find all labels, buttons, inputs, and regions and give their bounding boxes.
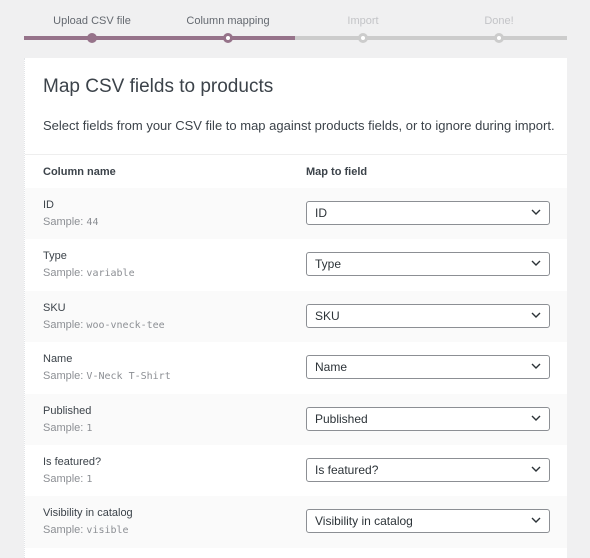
step-label: Done!: [484, 15, 514, 27]
column-name: Is featured?: [43, 455, 102, 468]
page-title: Map CSV fields to products: [43, 76, 274, 97]
table-row: Published Sample: 1 Published: [25, 393, 567, 445]
column-sample: Sample: V-Neck T-Shirt: [43, 370, 171, 382]
chevron-down-icon: [531, 415, 541, 421]
column-sample: Sample: variable: [43, 267, 135, 279]
sample-label: Sample:: [43, 524, 84, 537]
sample-label: Sample:: [43, 370, 84, 383]
step-dot-icon: [223, 33, 233, 43]
table-row: SKU Sample: woo-vneck-tee SKU: [25, 290, 567, 343]
column-name: Name: [43, 353, 73, 366]
column-sample: Sample: 44: [43, 216, 98, 228]
select-value: Type: [315, 257, 342, 272]
column-sample: Sample: woo-vneck-tee: [43, 319, 165, 331]
map-field-select[interactable]: SKU: [306, 303, 550, 328]
column-name: ID: [43, 199, 54, 211]
sample-value: woo-vneck-tee: [86, 319, 165, 331]
select-value: ID: [315, 206, 327, 220]
map-field-select[interactable]: Type: [306, 252, 550, 277]
table-row: Type Sample: variable Type: [25, 239, 567, 290]
column-sample: Sample: 1: [43, 422, 92, 434]
chevron-down-icon: [531, 209, 541, 215]
step-done: Done!: [431, 0, 567, 58]
step-upload-csv: Upload CSV file: [24, 0, 160, 58]
divider: [25, 154, 567, 155]
chevron-down-icon: [531, 466, 541, 472]
select-value: Visibility in catalog: [315, 514, 413, 529]
step-dot-icon: [494, 33, 504, 43]
sample-value: 1: [86, 422, 93, 434]
select-value: Published: [315, 411, 368, 426]
map-field-select[interactable]: Visibility in catalog: [306, 509, 550, 534]
column-name: Type: [43, 250, 67, 263]
column-name: Published: [43, 404, 92, 417]
table-row: Is featured? Sample: 1 Is featured?: [25, 445, 567, 496]
table-row: Visibility in catalog Sample: visible Vi…: [25, 496, 567, 548]
table-row: Name Sample: V-Neck T-Shirt Name: [25, 342, 567, 393]
mapping-card: Map CSV fields to products Select fields…: [24, 58, 567, 558]
select-value: Name: [315, 360, 348, 375]
step-label: Upload CSV file: [53, 15, 131, 27]
map-field-select[interactable]: ID: [306, 201, 550, 225]
chevron-down-icon: [531, 260, 541, 267]
sample-value: 44: [86, 217, 99, 228]
chevron-down-icon: [531, 312, 541, 318]
sample-label: Sample:: [43, 472, 84, 485]
progress-steps: Upload CSV file Column mapping Import Do…: [24, 0, 567, 58]
sample-label: Sample:: [43, 216, 84, 228]
sample-value: visible: [86, 525, 129, 537]
column-name: SKU: [43, 301, 66, 314]
column-name: Visibility in catalog: [43, 507, 133, 520]
step-column-mapping: Column mapping: [160, 0, 296, 58]
column-name-header: Column name: [43, 166, 116, 178]
column-sample: Sample: 1: [43, 473, 92, 485]
step-dot-icon: [358, 33, 368, 43]
sample-label: Sample:: [43, 421, 84, 434]
select-value: Is featured?: [315, 462, 379, 477]
sample-value: V-Neck T-Shirt: [86, 371, 171, 383]
sample-label: Sample:: [43, 318, 84, 331]
page-description: Select fields from your CSV file to map …: [43, 118, 555, 133]
chevron-down-icon: [531, 517, 541, 524]
column-sample: Sample: visible: [43, 524, 129, 536]
step-dot-icon: [87, 33, 97, 43]
map-field-select[interactable]: Is featured?: [306, 457, 550, 482]
sample-value: variable: [86, 268, 135, 280]
step-label: Import: [347, 15, 379, 27]
mapping-table: ID Sample: 44 ID Type Sample: variable T…: [25, 188, 567, 548]
step-label: Column mapping: [186, 15, 270, 27]
select-value: SKU: [315, 308, 340, 323]
map-field-select[interactable]: Published: [306, 406, 550, 431]
sample-label: Sample:: [43, 267, 84, 280]
sample-value: 1: [86, 473, 93, 485]
map-to-field-header: Map to field: [306, 166, 368, 178]
map-field-select[interactable]: Name: [306, 355, 550, 380]
chevron-down-icon: [531, 363, 541, 370]
table-row: ID Sample: 44 ID: [25, 188, 567, 240]
step-import: Import: [295, 0, 431, 58]
